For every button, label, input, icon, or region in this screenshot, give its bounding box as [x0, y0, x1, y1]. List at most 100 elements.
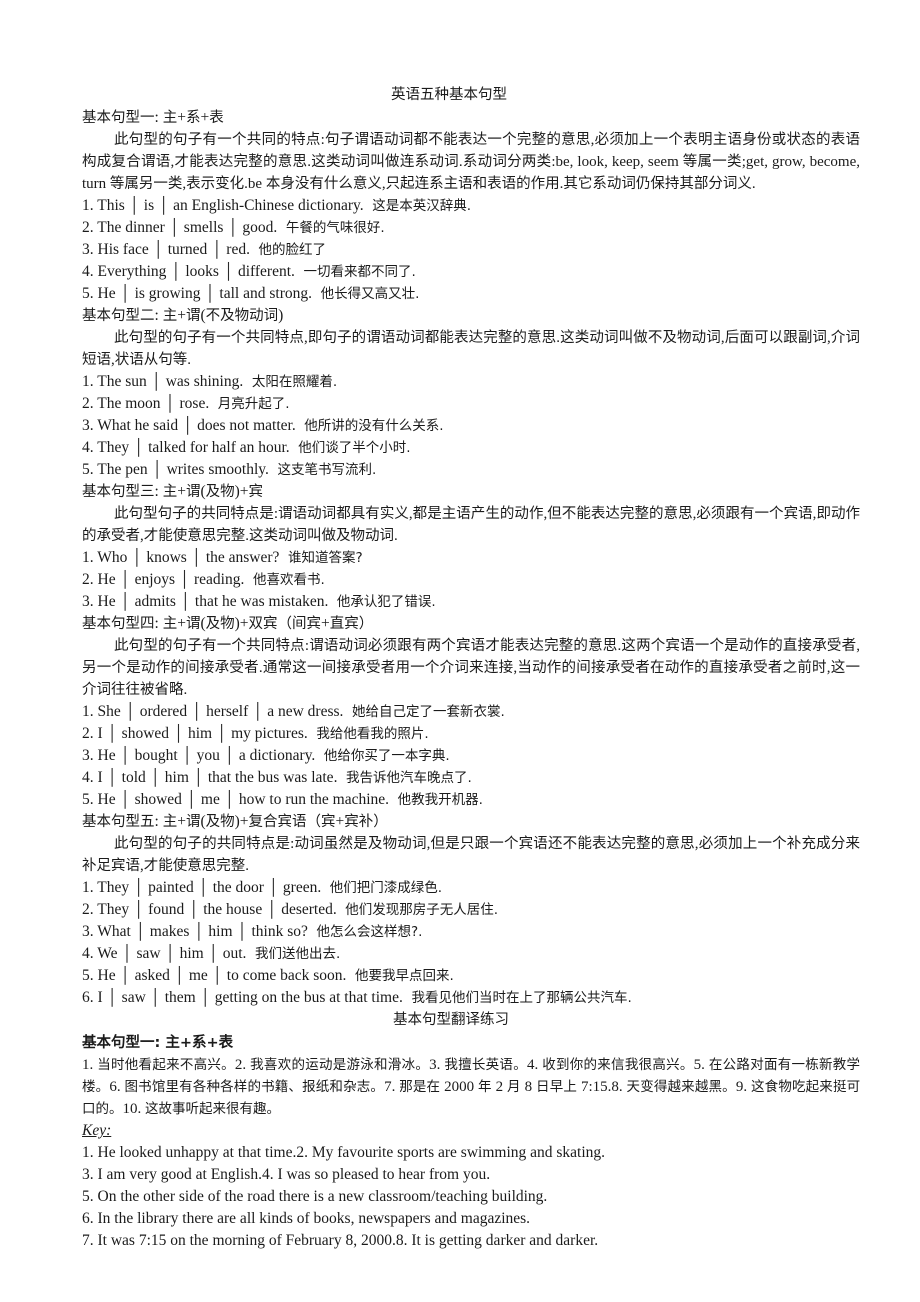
example-part: to come back soon.	[226, 967, 347, 984]
exercise-prompt-text-en: 2.	[234, 1057, 251, 1073]
exercise-prompt-text-cn: 收到你的来信我很高兴。	[542, 1057, 694, 1073]
section-paragraph-text-en: ,	[856, 638, 861, 654]
separator-bar: │	[131, 549, 143, 566]
example-part: showed	[134, 791, 182, 808]
section-paragraph-text-cn: 都是主语产生的动作	[412, 506, 544, 522]
example-part: smells	[183, 219, 224, 236]
key-line: 1. He looked unhappy at that time.2. My …	[82, 1144, 606, 1161]
example-translation: 午餐的气味很好.	[277, 220, 385, 236]
example-number: 2.	[82, 219, 98, 236]
exercise-prompt-text-en: 3.	[429, 1057, 445, 1073]
separator-bar: │	[133, 901, 145, 918]
section-heading: 基本句型四: 主+谓(及物)+双宾（间宾+直宾）	[82, 613, 860, 635]
section-heading-text-cn: 直宾）	[329, 616, 374, 632]
separator-bar: │	[106, 769, 118, 786]
separator-bar: │	[181, 747, 193, 764]
separator-bar: │	[149, 989, 161, 1006]
section-paragraph-text-en: .	[187, 352, 191, 368]
exercise-prompt-text-en: 1.	[82, 1057, 98, 1073]
example-sentence: 3. What he said │ does not matter. 他所讲的没有什…	[82, 415, 860, 437]
section-paragraph-text-cn: 只起连系主语和表语的作用	[385, 176, 560, 192]
section-heading-text-cn: 复合宾语（宾	[248, 814, 336, 830]
example-part: She	[97, 703, 121, 720]
example-part: the answer?	[205, 549, 280, 566]
section-heading-text-cn: 系	[185, 110, 201, 126]
section-paragraph-text-cn: 当动作的间接承受者在动作的直接承受者之前时	[517, 660, 827, 676]
section-heading-text-en: +	[177, 307, 186, 324]
section-paragraph-text-cn: 才能使意思完整	[143, 528, 246, 544]
example-sentence: 5. He │ asked │ me │ to come back soon. 他要我早点回…	[82, 965, 860, 987]
example-part: my pictures.	[231, 725, 308, 742]
example-translation: 太阳在照耀着.	[243, 374, 338, 390]
example-translation: 我给他看我的照片.	[307, 726, 429, 742]
section-heading-text-cn: 双宾（间宾	[248, 616, 322, 632]
section-paragraph-text-cn: 其它系动词仍保持其部分词义	[563, 176, 752, 192]
section-paragraph-text-cn: 后面可以跟副词	[724, 330, 828, 346]
example-number: 3.	[82, 417, 98, 434]
example-part: The moon	[97, 395, 161, 412]
section-heading: 基本句型二: 主+谓(不及物动词)	[82, 305, 860, 327]
example-number: 3.	[82, 593, 98, 610]
example-part: out.	[222, 945, 247, 962]
example-part: talked for half an hour.	[148, 439, 290, 456]
example-translation: 这是本英汉辞典.	[363, 198, 472, 214]
separator-bar: │	[266, 901, 278, 918]
example-translation: 这支笔书写流利.	[268, 462, 377, 478]
exercise-prompt-text-en: 2000	[440, 1079, 479, 1095]
key-line: 6. In the library there are all kinds of…	[82, 1210, 531, 1227]
section-paragraph-text-en: .	[183, 682, 188, 698]
example-translation: 他承认犯了错误.	[328, 594, 436, 610]
separator-bar: │	[236, 923, 248, 940]
example-translation: 我告诉他汽车晚点了.	[337, 770, 472, 786]
example-part: The pen	[97, 461, 148, 478]
section-paragraph-text-cn: 通常这一间接承受者用一个介词来连接	[262, 660, 514, 676]
example-part: enjoys	[134, 571, 176, 588]
exercise-prompt-text-cn: 年	[478, 1079, 492, 1095]
example-part: reading.	[194, 571, 245, 588]
separator-bar: │	[173, 725, 184, 742]
section-heading-text-cn: 不及物动词	[205, 308, 279, 324]
example-part: admits	[134, 593, 176, 610]
example-sentence: 5. He │ showed │ me │ how to run the machine. …	[82, 789, 860, 811]
example-part: getting on the bus at that time.	[214, 989, 403, 1006]
example-translation: 他要我早点回来.	[346, 968, 454, 984]
separator-bar: │	[119, 285, 131, 302]
section-paragraph-text-cn: 等属一类	[682, 154, 742, 170]
section-paragraph-text-en: .	[394, 528, 398, 544]
example-part: him	[179, 945, 204, 962]
example-number: 3.	[82, 241, 98, 258]
example-part: different.	[237, 263, 295, 280]
section-heading-text-en: :	[154, 483, 163, 500]
separator-bar: │	[216, 725, 228, 742]
example-sentence: 5. He │ is growing │ tall and strong. 他长得又高又…	[82, 283, 860, 305]
separator-bar: │	[188, 901, 200, 918]
exercise-prompt-text-en: 4.	[526, 1057, 543, 1073]
separator-bar: │	[191, 703, 203, 720]
example-number: 2.	[82, 901, 98, 918]
example-sentence: 1. This │ is │ an English-Chinese dictionary…	[82, 195, 860, 217]
example-number: 2.	[82, 395, 98, 412]
example-translation: 他怎么会这样想?.	[307, 924, 423, 940]
example-part: the door	[212, 879, 264, 896]
section-paragraph-text-cn: 这类动词叫做不及物动词	[560, 330, 721, 346]
example-number: 1.	[82, 549, 98, 566]
section-paragraph-text-cn: 才能使意思完整	[143, 858, 246, 874]
separator-bar: │	[222, 263, 234, 280]
example-part: how to run the machine.	[238, 791, 390, 808]
example-part: good.	[242, 219, 278, 236]
exercise-title-text: 基本句型翻译练习	[393, 1012, 509, 1028]
separator-bar: │	[223, 791, 235, 808]
example-part: is growing	[134, 285, 201, 302]
section-heading-text-en: +	[321, 615, 330, 632]
separator-bar: │	[164, 945, 176, 962]
separator-bar: │	[119, 967, 131, 984]
separator-bar: │	[158, 197, 170, 214]
section-heading-text-cn: 基本句型二	[82, 308, 155, 324]
section-heading-text-cn: 及物	[205, 616, 235, 632]
exercise-prompt-text-en: 2	[491, 1079, 508, 1095]
section-paragraph-text-cn: 此句型的句子有一个共同的特点	[114, 132, 321, 148]
example-part: you	[196, 747, 220, 764]
separator-bar: │	[190, 549, 202, 566]
example-part: does not matter.	[197, 417, 296, 434]
section-paragraph-text-cn: 此句型的句子的共同特点是	[114, 836, 291, 852]
